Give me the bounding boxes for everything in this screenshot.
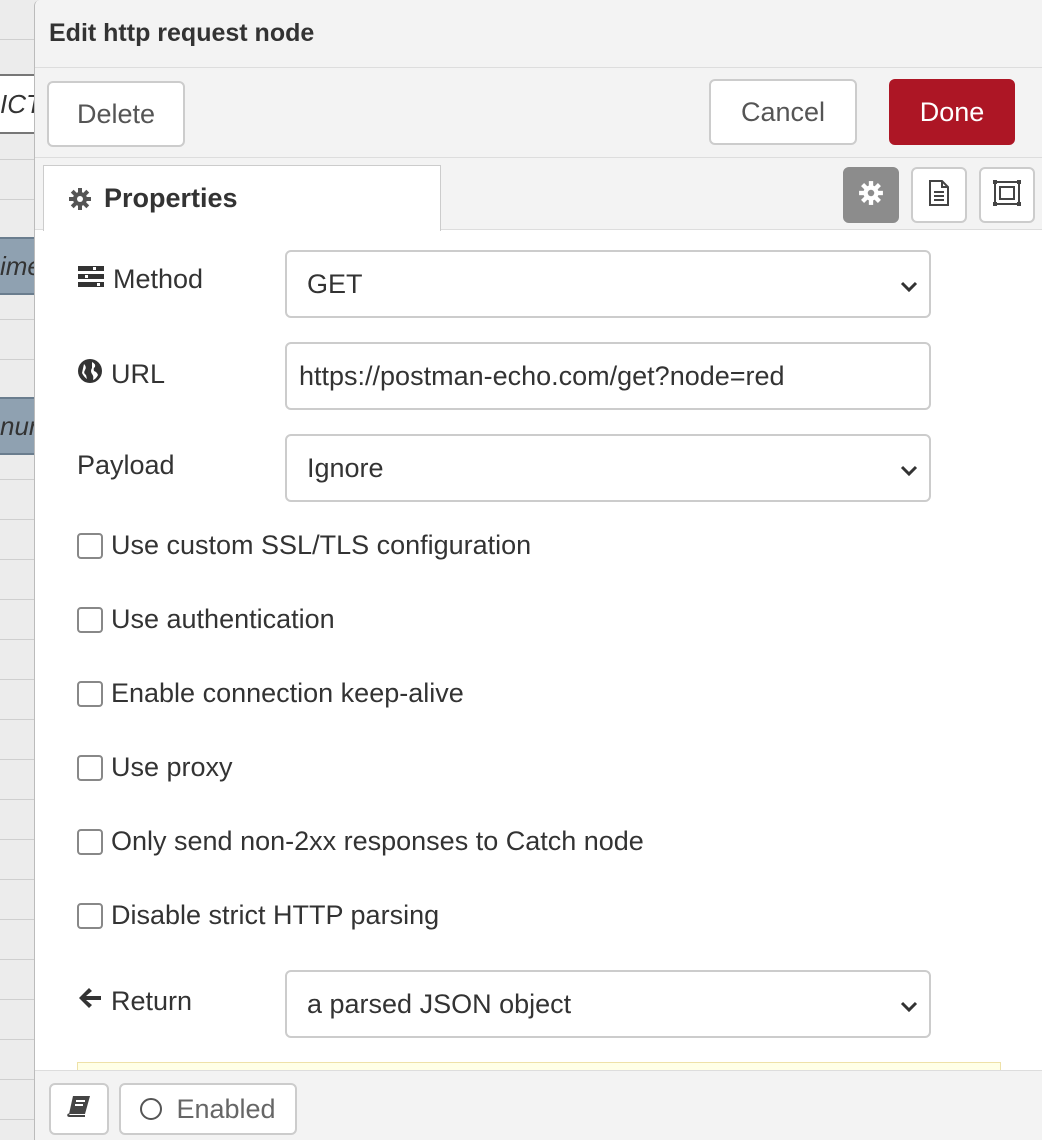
keep-alive-checkbox-row[interactable]: Enable connection keep-alive (77, 678, 464, 709)
edit-node-dialog: Edit http request node Delete Cancel Don… (34, 0, 1042, 1140)
chevron-down-icon (899, 274, 919, 305)
properties-form: Method GET URL https://postman-echo.com/… (35, 230, 1042, 1082)
gear-icon (68, 187, 92, 211)
enabled-label: Enabled (176, 1093, 276, 1124)
document-icon (927, 179, 951, 212)
non-2xx-catch-checkbox[interactable] (77, 828, 103, 855)
payload-label: Payload (77, 450, 175, 481)
tab-properties[interactable]: Properties (43, 165, 441, 231)
method-label-text: Method (113, 264, 204, 294)
proxy-checkbox-label: Use proxy (111, 752, 233, 782)
frame-icon (992, 179, 1022, 212)
arrow-left-icon (77, 986, 103, 1017)
ssl-tls-checkbox-label: Use custom SSL/TLS configuration (111, 530, 532, 560)
circle-icon (140, 1098, 163, 1120)
payload-label-text: Payload (77, 450, 175, 480)
return-label: Return (77, 986, 192, 1017)
chevron-down-icon (899, 994, 919, 1025)
non-2xx-catch-checkbox-row[interactable]: Only send non-2xx responses to Catch nod… (77, 826, 644, 857)
url-input-value: https://postman-echo.com/get?node=red (299, 360, 785, 391)
authentication-checkbox[interactable] (77, 606, 103, 633)
background-node-label: nur (0, 410, 38, 441)
chevron-down-icon (899, 458, 919, 489)
node-help-button[interactable] (49, 1083, 109, 1135)
proxy-checkbox[interactable] (77, 754, 103, 781)
ssl-tls-checkbox-row[interactable]: Use custom SSL/TLS configuration (77, 530, 531, 561)
tab-label: Properties (104, 183, 238, 213)
method-label: Method (77, 264, 203, 295)
globe-icon (77, 358, 103, 391)
payload-select-value: Ignore (307, 452, 384, 483)
return-select-value: a parsed JSON object (307, 988, 572, 1019)
strict-parsing-checkbox-label: Disable strict HTTP parsing (111, 900, 440, 930)
url-input[interactable]: https://postman-echo.com/get?node=red (285, 342, 931, 410)
authentication-checkbox-row[interactable]: Use authentication (77, 604, 335, 635)
return-label-text: Return (111, 986, 193, 1016)
strict-parsing-checkbox[interactable] (77, 902, 103, 929)
node-appearance-button[interactable] (979, 167, 1035, 223)
method-select-value: GET (307, 268, 363, 299)
node-description-button[interactable] (911, 167, 967, 223)
cancel-button[interactable]: Cancel (709, 79, 857, 145)
keep-alive-checkbox[interactable] (77, 680, 103, 707)
tab-bar: Properties (35, 158, 1042, 231)
tasks-icon (77, 264, 105, 295)
url-label-text: URL (111, 359, 166, 389)
ssl-tls-checkbox[interactable] (77, 532, 103, 559)
proxy-checkbox-row[interactable]: Use proxy (77, 752, 233, 783)
dialog-title: Edit http request node (35, 0, 1042, 68)
method-select[interactable]: GET (285, 250, 931, 318)
return-select[interactable]: a parsed JSON object (285, 970, 931, 1038)
enabled-toggle[interactable]: Enabled (119, 1083, 297, 1135)
book-icon (66, 1094, 92, 1125)
authentication-checkbox-label: Use authentication (111, 604, 335, 634)
url-label: URL (77, 358, 165, 391)
delete-button[interactable]: Delete (47, 81, 185, 147)
gear-icon (858, 180, 884, 211)
dialog-toolbar: Delete Cancel Done (35, 68, 1042, 158)
non-2xx-catch-checkbox-label: Only send non-2xx responses to Catch nod… (111, 826, 644, 856)
dialog-footer: Enabled (35, 1070, 1042, 1140)
done-button[interactable]: Done (889, 79, 1015, 145)
strict-parsing-checkbox-row[interactable]: Disable strict HTTP parsing (77, 900, 439, 931)
node-properties-button[interactable] (843, 167, 899, 223)
payload-select[interactable]: Ignore (285, 434, 931, 502)
keep-alive-checkbox-label: Enable connection keep-alive (111, 678, 464, 708)
